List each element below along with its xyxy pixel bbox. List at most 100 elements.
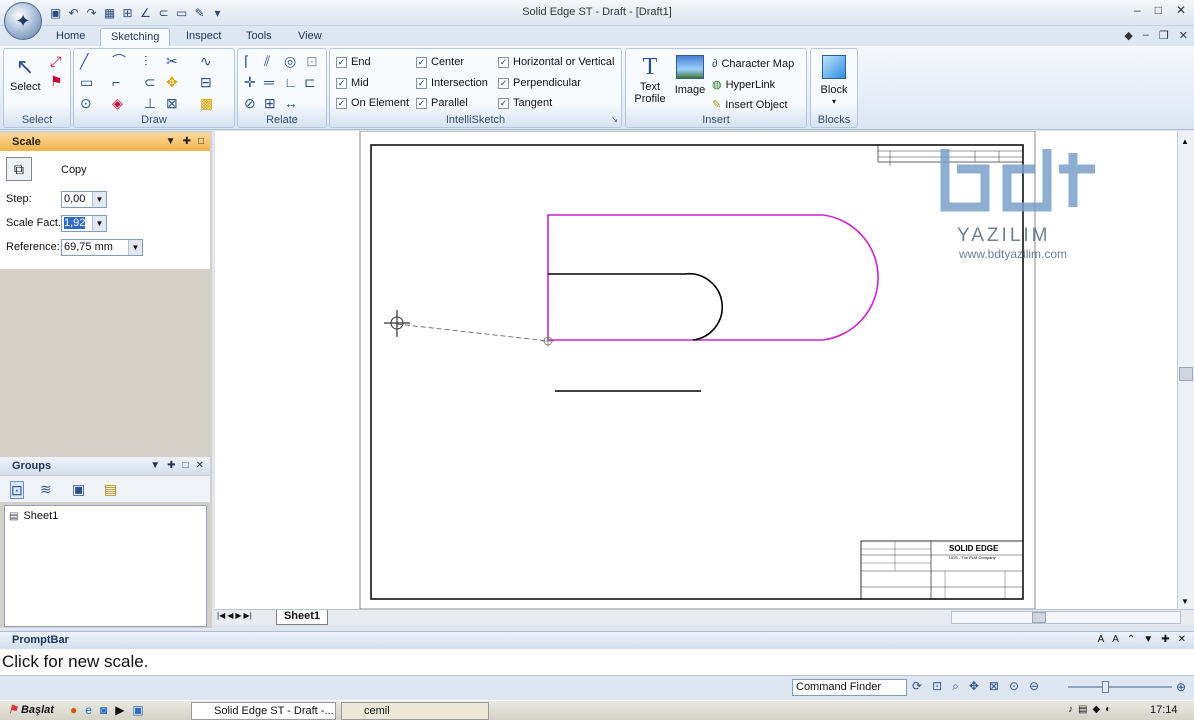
- redo-icon[interactable]: ↷: [84, 6, 99, 21]
- character-map-button[interactable]: ∂ Character Map: [712, 56, 794, 72]
- image-button[interactable]: Image: [672, 53, 708, 96]
- scale-factor-input[interactable]: 1,92 ▼: [61, 215, 107, 232]
- text-profile-button[interactable]: T Text Profile: [632, 53, 668, 105]
- scale-icon[interactable]: ⊠: [166, 95, 178, 111]
- tab-inspect[interactable]: Inspect: [176, 28, 231, 46]
- dialog-launcher-icon[interactable]: ↘: [611, 115, 618, 124]
- select-tool-icon[interactable]: ⤢: [50, 53, 61, 69]
- outlook-icon[interactable]: ◙: [100, 703, 107, 717]
- pattern-icon[interactable]: ⊟: [200, 74, 212, 90]
- copy-toggle-icon[interactable]: ⧉: [6, 157, 32, 181]
- groups-float-icon[interactable]: □: [183, 457, 189, 475]
- command-finder-input[interactable]: Command Finder: [792, 679, 907, 696]
- collapse-icon[interactable]: ⌃: [1127, 634, 1135, 645]
- flag-icon[interactable]: ⚑: [50, 73, 63, 89]
- block-button[interactable]: Block ▾: [817, 53, 851, 108]
- fit-icon[interactable]: ⊠: [989, 679, 999, 694]
- zoom-slider[interactable]: [1068, 681, 1172, 693]
- step-dropdown-icon[interactable]: ▼: [92, 192, 106, 207]
- security-icon[interactable]: ◆: [1092, 704, 1100, 715]
- groups-pin-icon[interactable]: ✚: [167, 457, 175, 475]
- hyperlink-button[interactable]: ◍ HyperLink: [712, 77, 775, 93]
- trim-icon[interactable]: ✂: [166, 53, 178, 69]
- extend-icon[interactable]: ⊂: [144, 74, 156, 90]
- first-sheet-icon[interactable]: |◀: [217, 611, 225, 620]
- font-larger-icon[interactable]: A: [1098, 634, 1105, 645]
- fill-icon[interactable]: ◈: [112, 95, 123, 111]
- reference-dropdown-icon[interactable]: ▼: [128, 240, 142, 255]
- grid-icon[interactable]: ▦: [102, 6, 117, 21]
- scale-factor-dropdown-icon[interactable]: ▼: [92, 216, 106, 231]
- zoom-fit-icon[interactable]: ⊙: [1009, 679, 1019, 694]
- center-checkbox[interactable]: ✓ Center: [416, 56, 464, 68]
- tab-home[interactable]: Home: [46, 28, 95, 46]
- layers-icon[interactable]: ≋: [40, 481, 52, 497]
- collinear-icon[interactable]: ⊞: [264, 95, 276, 111]
- firefox-icon[interactable]: ●: [70, 703, 77, 717]
- maximize-icon[interactable]: □: [1155, 3, 1162, 17]
- dimension-icon[interactable]: ⊞: [120, 6, 135, 21]
- tree-item-sheet1[interactable]: ▤ Sheet1: [9, 510, 58, 522]
- scroll-down-icon[interactable]: ▼: [1181, 597, 1189, 606]
- on-element-checkbox[interactable]: ✓ On Element: [336, 97, 409, 109]
- scroll-up-icon[interactable]: ▲: [1181, 137, 1189, 146]
- prompt-pin-icon[interactable]: ✚: [1161, 634, 1169, 645]
- fillet-icon[interactable]: ⌐: [112, 74, 120, 90]
- equal-icon[interactable]: ═: [264, 74, 274, 90]
- zoom-slider-thumb[interactable]: [1102, 681, 1109, 693]
- symmetric-icon[interactable]: ⊏: [304, 74, 316, 90]
- angle-icon[interactable]: ∠: [138, 6, 153, 21]
- tab-view[interactable]: View: [288, 28, 332, 46]
- paint-icon[interactable]: ✎: [192, 6, 207, 21]
- vertical-scrollbar[interactable]: ▲ ▼: [1177, 131, 1194, 609]
- perpendicular-checkbox[interactable]: ✓ Perpendicular: [498, 77, 581, 89]
- media-icon[interactable]: ▶: [115, 703, 124, 717]
- volume-icon[interactable]: ♪: [1068, 704, 1073, 715]
- split-icon[interactable]: ⊥: [144, 95, 156, 111]
- customize-qat-icon[interactable]: ▾: [210, 6, 225, 21]
- horizontal-vertical-checkbox[interactable]: ✓ Horizontal or Vertical: [498, 56, 615, 68]
- save-icon[interactable]: ▣: [48, 6, 63, 21]
- application-button[interactable]: ✦: [4, 2, 42, 40]
- zoom-icon[interactable]: ⌕: [952, 679, 959, 694]
- dimension-arrow-icon[interactable]: ↔: [284, 95, 298, 111]
- pane-menu-icon[interactable]: ▼: [166, 133, 176, 151]
- hatch-icon[interactable]: ▩: [200, 95, 213, 111]
- doc-restore-icon[interactable]: ❐: [1159, 29, 1169, 42]
- prompt-close-icon[interactable]: ✕: [1178, 634, 1186, 645]
- go-icon[interactable]: ⟳: [912, 679, 922, 694]
- prompt-menu-icon[interactable]: ▼: [1143, 634, 1153, 645]
- help-icon[interactable]: ◆: [1124, 29, 1132, 42]
- offset-icon[interactable]: ⫶: [144, 53, 148, 69]
- undo-icon[interactable]: ↶: [66, 6, 81, 21]
- arc-icon[interactable]: ⊂: [156, 6, 171, 21]
- line-icon[interactable]: ╱: [80, 53, 88, 69]
- reference-input[interactable]: 69,75 mm ▼: [61, 239, 143, 256]
- select-button[interactable]: ↖ Select: [10, 53, 41, 93]
- groups-close-icon[interactable]: ✕: [196, 457, 204, 475]
- sheet-tab-sheet1[interactable]: Sheet1: [276, 610, 328, 625]
- close-icon[interactable]: ✕: [1176, 3, 1186, 17]
- taskbar-cemil-folder[interactable]: cemil: [341, 702, 489, 720]
- horizontal-scrollbar[interactable]: [951, 611, 1181, 624]
- start-button[interactable]: ⚑ Başlat: [2, 702, 60, 720]
- insert-object-button[interactable]: ✎ Insert Object: [712, 97, 788, 113]
- step-input[interactable]: 0,00 ▼: [61, 191, 107, 208]
- taskbar-solid-edge[interactable]: Solid Edge ST - Draft -...: [191, 702, 336, 720]
- doc-close-icon[interactable]: ✕: [1179, 29, 1188, 42]
- end-checkbox[interactable]: ✓ End: [336, 56, 371, 68]
- zoom-in-icon[interactable]: ⊕: [1176, 680, 1186, 694]
- perpendicular-rel-icon[interactable]: ∟: [284, 74, 298, 90]
- horizontal-vertical-icon[interactable]: ✛: [244, 74, 256, 90]
- font-smaller-icon[interactable]: A: [1112, 634, 1119, 645]
- group-properties-icon[interactable]: ▤: [104, 481, 117, 497]
- rectangle-icon[interactable]: ▭: [80, 74, 93, 90]
- zoom-area-icon[interactable]: ⊡: [932, 679, 942, 694]
- arc-icon[interactable]: ⌒: [112, 53, 126, 69]
- connect-icon[interactable]: ⌈: [244, 53, 249, 69]
- move-icon[interactable]: ✥: [166, 74, 178, 90]
- zoom-out-icon[interactable]: ⊖: [1029, 679, 1039, 694]
- circle-icon[interactable]: ⊙: [80, 95, 92, 111]
- doc-minimize-icon[interactable]: –: [1143, 29, 1149, 42]
- pin-icon[interactable]: ✚: [183, 133, 191, 151]
